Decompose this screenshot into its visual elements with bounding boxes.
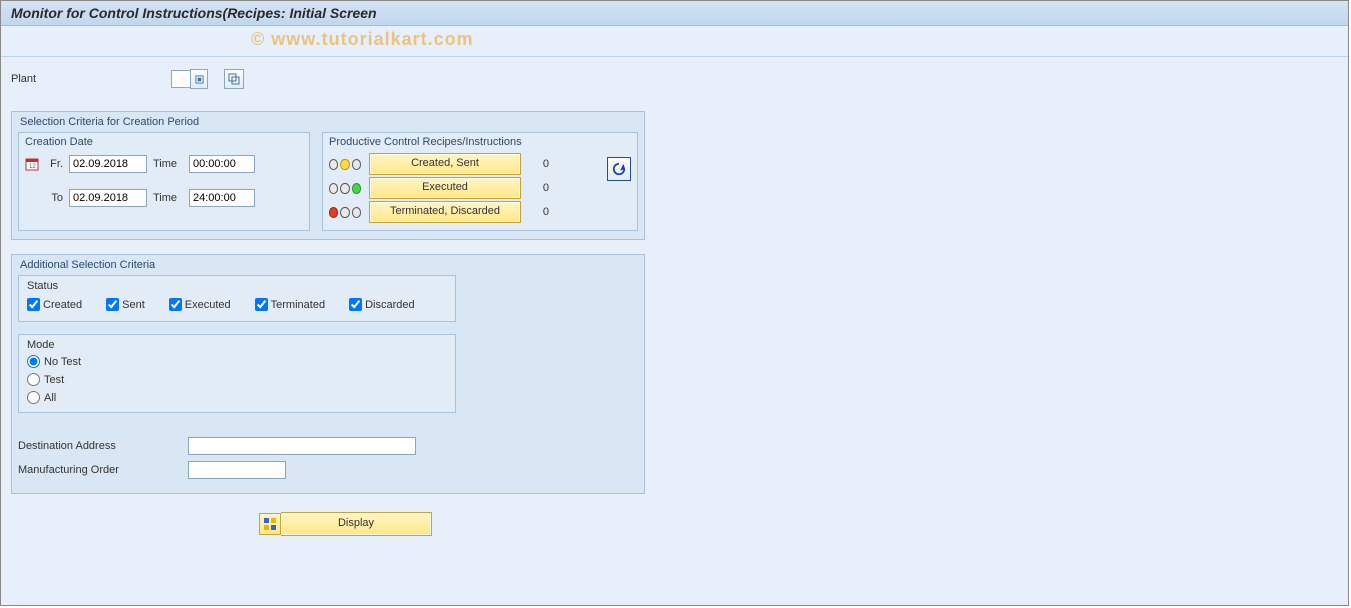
radio-all[interactable]: All bbox=[27, 391, 447, 404]
spacer-icon bbox=[25, 191, 39, 205]
status-box: Status Created Sent Executed Terminated … bbox=[18, 275, 456, 322]
from-time-label: Time bbox=[153, 158, 183, 170]
additional-criteria-group: Additional Selection Criteria Status Cre… bbox=[11, 254, 645, 494]
status-button-executed[interactable]: Executed bbox=[369, 177, 521, 199]
status-button-terminated[interactable]: Terminated, Discarded bbox=[369, 201, 521, 223]
selection-creation-group: Selection Criteria for Creation Period C… bbox=[11, 111, 645, 240]
from-time-input[interactable] bbox=[189, 155, 255, 173]
from-date-input[interactable] bbox=[69, 155, 147, 173]
page-title: Monitor for Control Instructions(Recipes… bbox=[11, 5, 377, 21]
status-row-terminated: Terminated, Discarded 0 bbox=[329, 202, 631, 222]
checkbox-executed[interactable]: Executed bbox=[169, 298, 231, 311]
radio-all-label: All bbox=[44, 392, 56, 404]
plant-f4-button[interactable] bbox=[190, 69, 208, 89]
plant-multi-button[interactable] bbox=[224, 69, 244, 89]
checkbox-discarded-label: Discarded bbox=[365, 299, 415, 311]
refresh-icon bbox=[612, 162, 626, 176]
from-label: Fr. bbox=[45, 158, 63, 170]
checkbox-terminated[interactable]: Terminated bbox=[255, 298, 325, 311]
search-help-icon bbox=[195, 75, 204, 84]
multiple-selection-icon bbox=[228, 73, 240, 85]
checkbox-executed-label: Executed bbox=[185, 299, 231, 311]
checkbox-sent[interactable]: Sent bbox=[106, 298, 145, 311]
status-count-executed: 0 bbox=[529, 182, 549, 194]
checkbox-discarded[interactable]: Discarded bbox=[349, 298, 415, 311]
radio-test-label: Test bbox=[44, 374, 64, 386]
radio-no-test-label: No Test bbox=[44, 356, 81, 368]
creation-date-box: Creation Date 12 Fr. Time To bbox=[18, 132, 310, 231]
grid-icon bbox=[263, 517, 277, 531]
to-time-label: Time bbox=[153, 192, 183, 204]
content-area: Plant Selection Criteria for Creation Pe… bbox=[1, 57, 1348, 546]
productive-title: Productive Control Recipes/Instructions bbox=[329, 136, 631, 148]
mode-box: Mode No Test Test All bbox=[18, 334, 456, 413]
manufacturing-order-row: Manufacturing Order bbox=[18, 461, 638, 479]
traffic-light-yellow bbox=[329, 159, 361, 170]
traffic-light-green bbox=[329, 183, 361, 194]
plant-input[interactable] bbox=[171, 70, 191, 88]
manufacturing-order-input[interactable] bbox=[188, 461, 286, 479]
selection-creation-title: Selection Criteria for Creation Period bbox=[18, 116, 638, 128]
checkbox-sent-label: Sent bbox=[122, 299, 145, 311]
destination-address-label: Destination Address bbox=[18, 440, 178, 452]
status-row-executed: Executed 0 bbox=[329, 178, 631, 198]
plant-row: Plant bbox=[11, 67, 1338, 91]
svg-text:12: 12 bbox=[29, 164, 36, 170]
toolbar: © www.tutorialkart.com bbox=[1, 26, 1348, 57]
to-time-input[interactable] bbox=[189, 189, 255, 207]
display-icon-button[interactable] bbox=[259, 513, 281, 535]
additional-criteria-title: Additional Selection Criteria bbox=[18, 259, 638, 271]
destination-address-input[interactable] bbox=[188, 437, 416, 455]
display-button[interactable]: Display bbox=[281, 512, 432, 536]
watermark: © www.tutorialkart.com bbox=[251, 29, 474, 50]
destination-address-row: Destination Address bbox=[18, 437, 638, 455]
display-row: Display bbox=[259, 512, 1338, 536]
mode-title: Mode bbox=[27, 339, 447, 351]
status-title: Status bbox=[27, 280, 447, 292]
checkbox-created[interactable]: Created bbox=[27, 298, 82, 311]
plant-input-wrap bbox=[171, 69, 208, 89]
checkbox-created-label: Created bbox=[43, 299, 82, 311]
status-row-created-sent: Created, Sent 0 bbox=[329, 154, 631, 174]
app-root: Monitor for Control Instructions(Recipes… bbox=[0, 0, 1349, 606]
manufacturing-order-label: Manufacturing Order bbox=[18, 464, 178, 476]
traffic-light-red bbox=[329, 207, 361, 218]
productive-box: Productive Control Recipes/Instructions … bbox=[322, 132, 638, 231]
to-date-input[interactable] bbox=[69, 189, 147, 207]
title-bar: Monitor for Control Instructions(Recipes… bbox=[1, 1, 1348, 26]
refresh-button[interactable] bbox=[607, 157, 631, 181]
radio-no-test[interactable]: No Test bbox=[27, 355, 447, 368]
creation-date-title: Creation Date bbox=[25, 136, 303, 148]
calendar-icon: 12 bbox=[25, 157, 39, 171]
plant-label: Plant bbox=[11, 73, 161, 85]
radio-test[interactable]: Test bbox=[27, 373, 447, 386]
to-label: To bbox=[45, 192, 63, 204]
status-button-created-sent[interactable]: Created, Sent bbox=[369, 153, 521, 175]
status-count-terminated: 0 bbox=[529, 206, 549, 218]
status-count-created-sent: 0 bbox=[529, 158, 549, 170]
checkbox-terminated-label: Terminated bbox=[271, 299, 325, 311]
